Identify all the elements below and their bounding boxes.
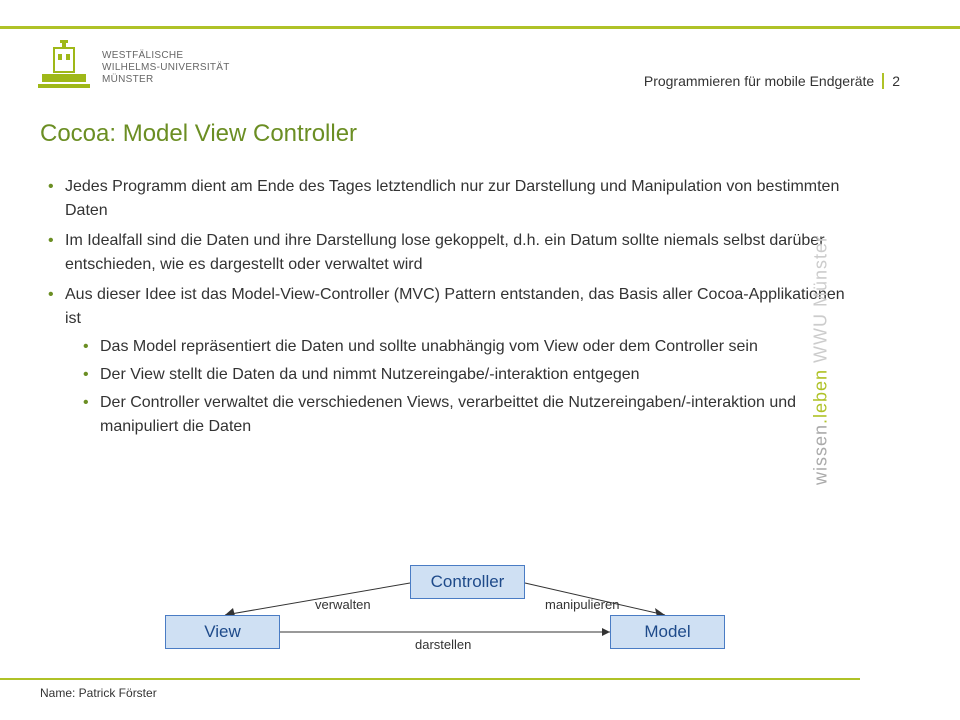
side-brand-text: wissen.leben WWU Münster bbox=[810, 235, 831, 485]
footer-author: Name: Patrick Förster bbox=[40, 686, 157, 700]
course-title: Programmieren für mobile Endgeräte bbox=[644, 73, 874, 89]
uni-logo-icon bbox=[36, 40, 92, 96]
side-part3: WWU Münster bbox=[810, 235, 830, 369]
side-part2: .leben bbox=[810, 369, 830, 424]
bullet-item: Aus dieser Idee ist das Model-View-Contr… bbox=[40, 283, 860, 439]
diagram-label-verwalten: verwalten bbox=[315, 597, 371, 612]
sub-bullet-item: Der View stellt die Daten da und nimmt N… bbox=[75, 363, 860, 387]
bullet-text: Aus dieser Idee ist das Model-View-Contr… bbox=[65, 286, 845, 327]
uni-line-1: WESTFÄLISCHE bbox=[102, 50, 230, 62]
footer-line bbox=[0, 678, 860, 680]
diagram-label-darstellen: darstellen bbox=[415, 637, 471, 652]
uni-line-3: MÜNSTER bbox=[102, 74, 230, 86]
diagram-box-controller: Controller bbox=[410, 565, 525, 599]
diagram-label-manipulieren: manipulieren bbox=[545, 597, 619, 612]
top-border bbox=[0, 26, 960, 29]
university-logo-block: WESTFÄLISCHE WILHELMS-UNIVERSITÄT MÜNSTE… bbox=[36, 40, 230, 96]
sub-bullet-item: Der Controller verwaltet die verschieden… bbox=[75, 391, 860, 439]
side-part1: wissen bbox=[810, 424, 830, 485]
diagram-box-model: Model bbox=[610, 615, 725, 649]
divider-icon bbox=[882, 73, 884, 89]
bullet-item: Jedes Programm dient am Ende des Tages l… bbox=[40, 175, 860, 223]
uni-line-2: WILHELMS-UNIVERSITÄT bbox=[102, 62, 230, 74]
slide-title: Cocoa: Model View Controller bbox=[40, 120, 357, 148]
uni-name-text: WESTFÄLISCHE WILHELMS-UNIVERSITÄT MÜNSTE… bbox=[102, 50, 230, 86]
bullet-item: Im Idealfall sind die Daten und ihre Dar… bbox=[40, 229, 860, 277]
diagram-box-view: View bbox=[165, 615, 280, 649]
page-number: 2 bbox=[892, 73, 900, 89]
mvc-diagram: View Controller Model verwalten darstell… bbox=[145, 565, 705, 660]
sub-bullet-item: Das Model repräsentiert die Daten und so… bbox=[75, 335, 860, 359]
header-course-block: Programmieren für mobile Endgeräte 2 bbox=[644, 73, 900, 89]
content-area: Jedes Programm dient am Ende des Tages l… bbox=[40, 175, 860, 445]
